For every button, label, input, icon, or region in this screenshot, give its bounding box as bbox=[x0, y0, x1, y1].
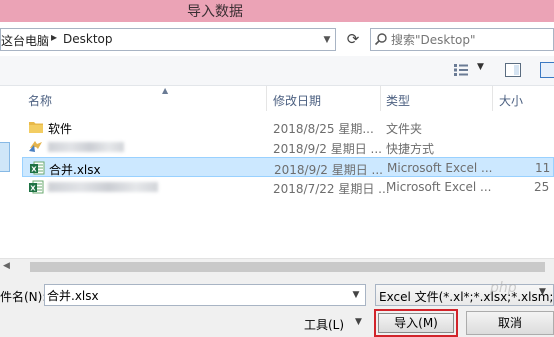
file-type: 快捷方式 bbox=[386, 142, 435, 156]
breadcrumb-separator-icon[interactable]: ▸ bbox=[51, 30, 57, 44]
search-input[interactable] bbox=[391, 31, 551, 48]
file-date: 2018/8/25 星期... bbox=[273, 122, 374, 136]
file-type-dropdown-icon[interactable]: ▼ bbox=[539, 287, 546, 297]
breadcrumb-this-pc[interactable]: 这台电脑 bbox=[1, 32, 49, 49]
folder-icon bbox=[29, 122, 43, 133]
column-date[interactable]: 修改日期 bbox=[273, 92, 321, 109]
navigation-pane[interactable] bbox=[0, 86, 22, 274]
filename-dropdown-icon[interactable]: ▼ bbox=[348, 287, 364, 303]
file-size: 11 K bbox=[535, 161, 554, 175]
file-name[interactable]: 软件 bbox=[48, 120, 72, 137]
preview-pane-icon[interactable] bbox=[505, 63, 521, 77]
file-row[interactable]: X 2018/7/22 星期日 ... Microsoft Excel ... … bbox=[22, 177, 554, 197]
redacted-file-name bbox=[48, 142, 124, 152]
svg-text:X: X bbox=[31, 166, 37, 174]
file-size: 25 K bbox=[534, 180, 554, 194]
shortcut-icon bbox=[29, 141, 42, 152]
filename-input[interactable] bbox=[47, 287, 342, 303]
search-icon bbox=[374, 33, 387, 46]
file-name[interactable]: 合并.xlsx bbox=[49, 161, 101, 178]
excel-file-icon: X bbox=[29, 180, 44, 194]
column-divider[interactable] bbox=[380, 86, 381, 111]
column-header: ▲ 名称 修改日期 类型 大小 bbox=[22, 86, 554, 111]
column-divider[interactable] bbox=[492, 86, 493, 111]
view-options-dropdown-icon[interactable]: ▼ bbox=[477, 62, 484, 72]
svg-text:X: X bbox=[30, 185, 36, 193]
file-type: 文件夹 bbox=[386, 122, 423, 136]
command-toolbar: ▼ bbox=[0, 56, 554, 86]
title-bar: 导入数据 bbox=[0, 0, 554, 22]
column-name[interactable]: 名称 bbox=[28, 92, 52, 109]
file-row[interactable]: 2018/9/2 星期日 ... 快捷方式 bbox=[22, 137, 554, 157]
column-size[interactable]: 大小 bbox=[499, 92, 523, 109]
filename-label: 件名(N): bbox=[0, 290, 47, 304]
view-options-icon[interactable] bbox=[454, 64, 468, 76]
horizontal-scrollbar[interactable]: ◀ bbox=[0, 258, 554, 274]
column-type[interactable]: 类型 bbox=[386, 92, 410, 109]
tools-dropdown-icon[interactable]: ▼ bbox=[355, 317, 362, 327]
tools-button-label: 工具(L) bbox=[304, 318, 345, 332]
refresh-icon[interactable]: ⟳ bbox=[343, 29, 363, 49]
address-row: 这台电脑 ▸ Desktop ▼ ⟳ bbox=[0, 22, 554, 56]
dialog-footer: 件名(N): ▼ Excel 文件(*.xl*;*.xlsx;*.xlsm;* … bbox=[0, 274, 554, 337]
watermark: php bbox=[490, 280, 517, 296]
cancel-button[interactable]: 取消 bbox=[466, 311, 554, 335]
scroll-left-arrow-icon[interactable]: ◀ bbox=[3, 261, 10, 271]
file-row[interactable]: 软件 2018/8/25 星期... 文件夹 bbox=[22, 117, 554, 137]
import-button-highlight: 导入(M) bbox=[374, 309, 458, 337]
file-type: Microsoft Excel ... bbox=[387, 161, 493, 175]
file-type: Microsoft Excel ... bbox=[386, 180, 492, 194]
dialog-title: 导入数据 bbox=[187, 4, 243, 20]
file-type-filter-value: Excel 文件(*.xl*;*.xlsx;*.xlsm;* bbox=[379, 290, 554, 304]
scrollbar-thumb[interactable] bbox=[30, 262, 545, 272]
tools-button[interactable]: 工具(L) ▼ bbox=[300, 312, 370, 335]
excel-file-icon: X bbox=[30, 161, 45, 175]
filename-combobox[interactable]: ▼ bbox=[44, 284, 366, 306]
redacted-file-name bbox=[48, 182, 158, 192]
address-bar[interactable]: 这台电脑 ▸ Desktop ▼ bbox=[0, 28, 336, 51]
sort-ascending-icon: ▲ bbox=[162, 86, 169, 95]
navigation-selected-item[interactable] bbox=[0, 142, 10, 172]
search-box[interactable] bbox=[370, 28, 554, 51]
import-data-dialog: 导入数据 这台电脑 ▸ Desktop ▼ ⟳ ▼ ▲ bbox=[0, 0, 554, 337]
import-button[interactable]: 导入(M) bbox=[378, 313, 454, 333]
file-date: 2018/7/22 星期日 ... bbox=[273, 182, 390, 196]
file-date: 2018/9/2 星期日 ... bbox=[273, 142, 382, 156]
help-icon[interactable] bbox=[540, 62, 554, 78]
address-history-dropdown-icon[interactable]: ▼ bbox=[319, 31, 335, 49]
column-divider[interactable] bbox=[266, 86, 267, 111]
breadcrumb-desktop[interactable]: Desktop bbox=[63, 32, 113, 46]
file-date: 2018/9/2 星期日 ... bbox=[274, 163, 383, 177]
file-row-selected[interactable]: X 合并.xlsx 2018/9/2 星期日 ... Microsoft Exc… bbox=[22, 157, 554, 177]
file-type-filter[interactable]: Excel 文件(*.xl*;*.xlsx;*.xlsm;* ▼ bbox=[375, 284, 554, 306]
